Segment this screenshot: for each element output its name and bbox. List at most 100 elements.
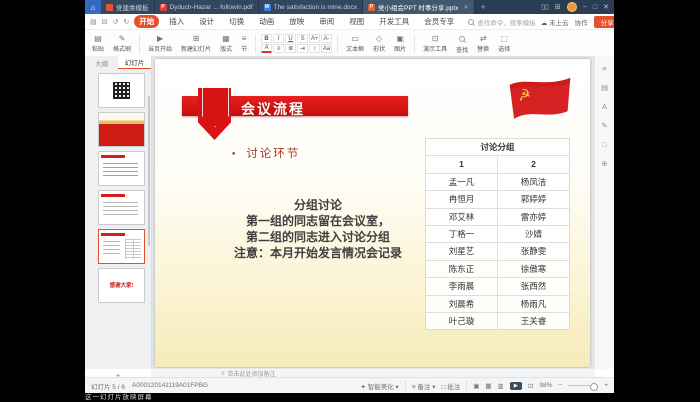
normal-view-icon[interactable]: ▣ — [473, 382, 479, 390]
underline-button[interactable]: U — [285, 34, 296, 43]
slide-title[interactable]: 会议流程 — [241, 99, 305, 119]
replace-button[interactable]: ⇄替换 — [474, 34, 492, 53]
menu-tab-view[interactable]: 视图 — [344, 15, 369, 28]
shape-panel-icon[interactable]: □ — [602, 140, 607, 149]
zoom-out-button[interactable]: − — [558, 382, 562, 389]
add-panel-icon[interactable]: ⊕ — [601, 159, 607, 168]
zoom-level[interactable]: 98% — [539, 382, 552, 389]
layout-button[interactable]: ▦版式 — [217, 34, 235, 53]
bold-button[interactable]: B — [261, 34, 272, 43]
smart-beautify-button[interactable]: ✦ 智能美化 ▾ — [360, 381, 398, 391]
maximize-button[interactable]: □ — [593, 4, 597, 11]
slideshow-play-button[interactable]: ▶ — [510, 382, 522, 390]
redo-icon[interactable]: ↻ — [123, 18, 129, 26]
font-shrink-button[interactable]: A- — [321, 34, 332, 43]
doc-tab-word[interactable]: W The satisfaction is mine.docx — [259, 0, 363, 14]
cloud-status[interactable]: ☁ 未上云 — [541, 17, 569, 27]
slide-canvas[interactable]: 会议流程 ☭ •讨论环节 分组讨论 第一组的同志留在会议室， 第二组的同志进入讨… — [152, 56, 594, 369]
collaborate-button[interactable]: 协作 — [575, 17, 588, 27]
slide-thumbnail-pane: 大纲 幻灯片 1 2 3 4 — [85, 56, 152, 369]
zoom-in-button[interactable]: + — [604, 382, 608, 389]
menu-tab-review[interactable]: 审阅 — [314, 15, 339, 28]
slide-body-text[interactable]: 分组讨论 第一组的同志留在会议室， 第二组的同志进入讨论分组 注意：本月开始发言… — [177, 197, 459, 261]
slide-sorter-icon[interactable]: ▦ — [485, 382, 491, 390]
play-from-current-button[interactable]: ▶当页开始 — [145, 34, 175, 53]
paste-button[interactable]: ▤粘贴 — [89, 34, 107, 53]
menu-tab-design[interactable]: 设计 — [194, 15, 219, 28]
zoom-slider[interactable] — [568, 385, 598, 386]
share-button[interactable]: 分享 — [594, 16, 614, 28]
discussion-group-table[interactable]: 讨论分组 12 孟一凡杨凤洁 冉恒月郭婷婷 邓艾林雷亦婷 丁格一沙婧 刘星艺张静… — [425, 138, 570, 330]
menu-tab-animation[interactable]: 动画 — [254, 15, 279, 28]
menu-tab-slideshow[interactable]: 放映 — [284, 15, 309, 28]
home-button[interactable]: ⌂ — [85, 0, 101, 14]
menu-tab-devtools[interactable]: 开发工具 — [374, 15, 414, 28]
table-row: 李雨晨张西然 — [426, 278, 569, 295]
notes-toggle-button[interactable]: ≡ 备注 ▾ — [412, 381, 436, 391]
new-tab-button[interactable]: + — [475, 0, 492, 14]
menu-tab-transition[interactable]: 切换 — [224, 15, 249, 28]
slide-bullet-line[interactable]: •讨论环节 — [231, 145, 300, 161]
reading-view-icon[interactable]: ▥ — [498, 382, 504, 390]
italic-button[interactable]: I — [273, 34, 284, 43]
outline-tab[interactable]: 大纲 — [85, 56, 118, 69]
slide-thumbnail-6[interactable]: 6 感谢大家! — [98, 268, 145, 303]
format-painter-button[interactable]: ✎格式刷 — [110, 34, 134, 53]
select-button[interactable]: ⬚选择 — [495, 34, 513, 53]
slides-tab[interactable]: 幻灯片 — [118, 56, 151, 69]
table-row: 刘星艺张静雯 — [426, 243, 569, 260]
edit-panel-icon[interactable]: ✎ — [601, 121, 607, 130]
textbox-button[interactable]: ▭文本框 — [343, 34, 367, 53]
body-line: 第二组的同志进入讨论分组 — [177, 229, 459, 245]
properties-icon[interactable]: ≡ — [602, 64, 606, 73]
picture-icon: ▣ — [396, 34, 404, 43]
font-grow-button[interactable]: A+ — [309, 34, 320, 43]
slide-thumbnail-4[interactable]: 4 — [98, 190, 145, 225]
zoom-slider-knob[interactable] — [590, 383, 598, 391]
picture-button[interactable]: ▣图片 — [391, 34, 409, 53]
text-panel-icon[interactable]: A — [602, 102, 607, 111]
split-view-icon[interactable]: ▯▯ — [541, 3, 549, 11]
command-search-box[interactable]: 查找命令、搜索模板 — [468, 17, 536, 27]
close-tab-icon[interactable]: ✕ — [461, 4, 468, 11]
comments-button[interactable]: □ 批注 — [442, 381, 461, 391]
slide-thumbnail-5-selected[interactable]: 5 — [98, 229, 145, 264]
line-spacing-button[interactable]: ↕ — [309, 44, 320, 53]
slide-thumbnail-1[interactable]: 1 — [98, 73, 145, 108]
undo-icon[interactable]: ↺ — [113, 18, 119, 26]
shape-icon: ◇ — [376, 34, 382, 43]
doc-tab-pdf[interactable]: P Dyduch-Hazar ... followin.pdf — [155, 0, 259, 14]
align-button[interactable]: ≣ — [285, 44, 296, 53]
presentation-tools-button[interactable]: ⊡演示工具 — [420, 34, 450, 53]
avatar[interactable] — [567, 2, 577, 12]
qr-code-thumb — [113, 82, 130, 99]
doc-tab-label: 党建类模板 — [116, 2, 149, 12]
current-slide[interactable]: 会议流程 ☭ •讨论环节 分组讨论 第一组的同志留在会议室， 第二组的同志进入讨… — [155, 59, 590, 367]
font-color-button[interactable]: A — [261, 44, 272, 53]
thumbnail-scrollbar[interactable] — [148, 96, 150, 246]
slide-thumbnail-2[interactable]: 2 — [98, 112, 145, 147]
close-button[interactable]: ✕ — [603, 3, 609, 11]
shape-button[interactable]: ◇形状 — [370, 34, 388, 53]
tools-icon: ⊡ — [432, 34, 439, 43]
menu-tab-insert[interactable]: 插入 — [164, 15, 189, 28]
change-case-button[interactable]: Aa — [321, 44, 332, 53]
slide-thumbnail-3[interactable]: 3 — [98, 151, 145, 186]
doc-tab-template[interactable]: 党建类模板 — [101, 0, 155, 14]
menu-tab-home[interactable]: 开始 — [134, 15, 159, 28]
design-panel-icon[interactable]: ▤ — [601, 83, 608, 92]
textbox-icon: ▭ — [351, 34, 359, 43]
save-icon[interactable]: ▤ — [90, 18, 97, 26]
fit-window-icon[interactable]: ⊡ — [528, 382, 533, 390]
doc-tab-ppt-active[interactable]: P 党小组会PPT 时事分享.pptx ✕ — [363, 0, 474, 14]
bullets-button[interactable]: ≡ — [273, 44, 284, 53]
minimize-button[interactable]: − — [583, 4, 587, 11]
section-button[interactable]: ≡节 — [238, 34, 250, 53]
new-slide-button[interactable]: ⊞新建幻灯片 — [178, 34, 214, 53]
indent-button[interactable]: ⇥ — [297, 44, 308, 53]
print-icon[interactable]: ⊟ — [102, 18, 108, 26]
menu-tab-member[interactable]: 会员专享 — [419, 15, 459, 28]
find-button[interactable]: 查找 — [453, 34, 471, 54]
strikethrough-button[interactable]: S — [297, 34, 308, 43]
workspace-icon[interactable]: ⊞ — [555, 3, 561, 11]
